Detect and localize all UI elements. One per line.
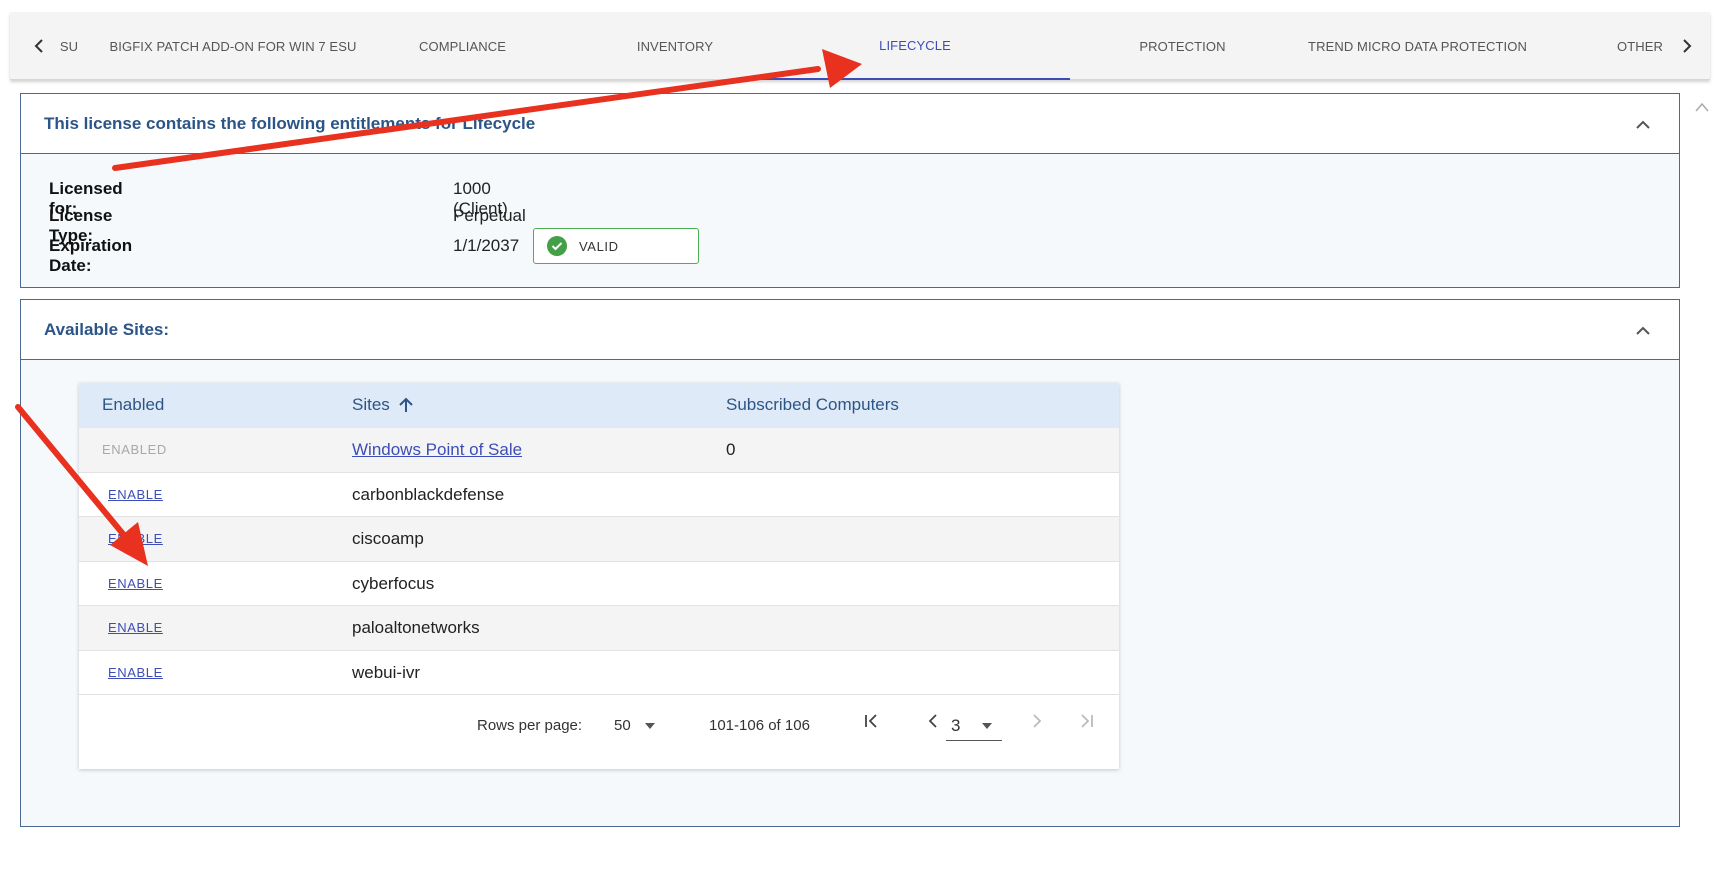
tab-trend-micro[interactable]: TREND MICRO DATA PROTECTION (1295, 12, 1540, 80)
column-header-enabled[interactable]: Enabled (102, 395, 164, 415)
check-circle-icon (547, 236, 567, 256)
column-header-sites-label: Sites (352, 395, 390, 414)
rows-per-page-value: 50 (614, 717, 631, 734)
subscribed-count: 0 (726, 440, 736, 459)
site-link[interactable]: Windows Point of Sale (352, 440, 522, 460)
tab-bigfix-patch[interactable]: BIGFIX PATCH ADD-ON FOR WIN 7 ESU (98, 12, 368, 80)
license-type-value: Perpetual (453, 206, 526, 225)
arrow-up-icon (399, 397, 413, 412)
tab-su[interactable]: SU (56, 12, 82, 80)
license-panel-title: This license contains the following enti… (44, 113, 536, 133)
pagination: Rows per page: 50 101-106 of 106 3 (79, 697, 1119, 757)
tab-scroll-right-button[interactable] (1672, 12, 1702, 80)
status-text: VALID (579, 238, 619, 254)
enable-link[interactable]: ENABLE (108, 665, 163, 680)
table-row: ENABLE ciscoamp (79, 517, 1119, 562)
sites-panel: Available Sites: Enabled Sites Subscribe… (20, 299, 1680, 827)
table-row: ENABLE paloaltonetworks (79, 606, 1119, 651)
first-page-icon (865, 714, 877, 728)
table-row: ENABLE webui-ivr (79, 651, 1119, 695)
sites-table: Enabled Sites Subscribed Computers ENABL… (79, 383, 1119, 769)
rows-per-page-label: Rows per page: (477, 717, 583, 734)
caret-down-icon (644, 722, 655, 729)
prev-page-button[interactable] (927, 713, 939, 734)
chevron-left-icon (928, 714, 937, 728)
sites-panel-header[interactable]: Available Sites: (21, 300, 1679, 360)
page-select[interactable]: 3 (946, 711, 1002, 741)
license-panel: This license contains the following enti… (20, 93, 1680, 288)
next-page-button[interactable] (1031, 713, 1043, 734)
tab-bar: SU BIGFIX PATCH ADD-ON FOR WIN 7 ESU COM… (10, 12, 1710, 80)
enabled-status: ENABLED (102, 442, 167, 457)
rows-per-page-select[interactable]: 50 (614, 717, 655, 734)
column-header-subscribed[interactable]: Subscribed Computers (726, 395, 899, 415)
table-row: ENABLE cyberfocus (79, 562, 1119, 606)
status-badge: VALID (533, 228, 699, 264)
table-header: Enabled Sites Subscribed Computers (79, 383, 1119, 428)
tab-other[interactable]: OTHER (1605, 12, 1675, 80)
site-name: carbonblackdefense (352, 484, 505, 504)
site-name: paloaltonetworks (352, 618, 480, 637)
site-name: ciscoamp (352, 529, 424, 548)
sites-collapse-button[interactable] (1631, 318, 1655, 342)
chevron-up-icon (1636, 120, 1650, 129)
chevron-left-icon (34, 39, 43, 53)
site-name: cyberfocus (352, 573, 435, 593)
enable-link[interactable]: ENABLE (108, 620, 163, 635)
expiration-value: 1/1/2037 (453, 236, 520, 255)
tab-lifecycle[interactable]: LIFECYCLE (760, 12, 1070, 80)
sites-panel-title: Available Sites: (44, 319, 170, 339)
expiration-label: Expiration Date: (49, 236, 133, 275)
column-header-sites[interactable]: Sites (352, 395, 414, 415)
chevron-right-icon (1683, 39, 1692, 53)
tab-compliance[interactable]: COMPLIANCE (400, 12, 525, 80)
page-range: 101-106 of 106 (709, 717, 810, 734)
scroll-up-button[interactable] (1694, 100, 1710, 116)
license-collapse-button[interactable] (1631, 112, 1655, 136)
site-name: webui-ivr (352, 662, 421, 682)
enable-link[interactable]: ENABLE (108, 531, 163, 546)
first-page-button[interactable] (863, 713, 879, 734)
enable-link[interactable]: ENABLE (108, 576, 163, 591)
tab-inventory[interactable]: INVENTORY (610, 12, 740, 80)
chevron-up-icon (1636, 326, 1650, 335)
license-panel-header[interactable]: This license contains the following enti… (21, 94, 1679, 154)
enable-link[interactable]: ENABLE (108, 487, 163, 502)
chevron-right-icon (1033, 714, 1042, 728)
table-row: ENABLED Windows Point of Sale 0 (79, 428, 1119, 473)
tab-scroll-left-button[interactable] (24, 12, 54, 80)
table-row: ENABLE carbonblackdefense (79, 473, 1119, 517)
caret-down-icon (982, 722, 993, 729)
last-page-icon (1081, 714, 1093, 728)
tab-protection[interactable]: PROTECTION (1070, 12, 1295, 80)
last-page-button[interactable] (1079, 713, 1095, 734)
current-page: 3 (951, 715, 961, 735)
chevron-up-icon (1695, 102, 1709, 112)
